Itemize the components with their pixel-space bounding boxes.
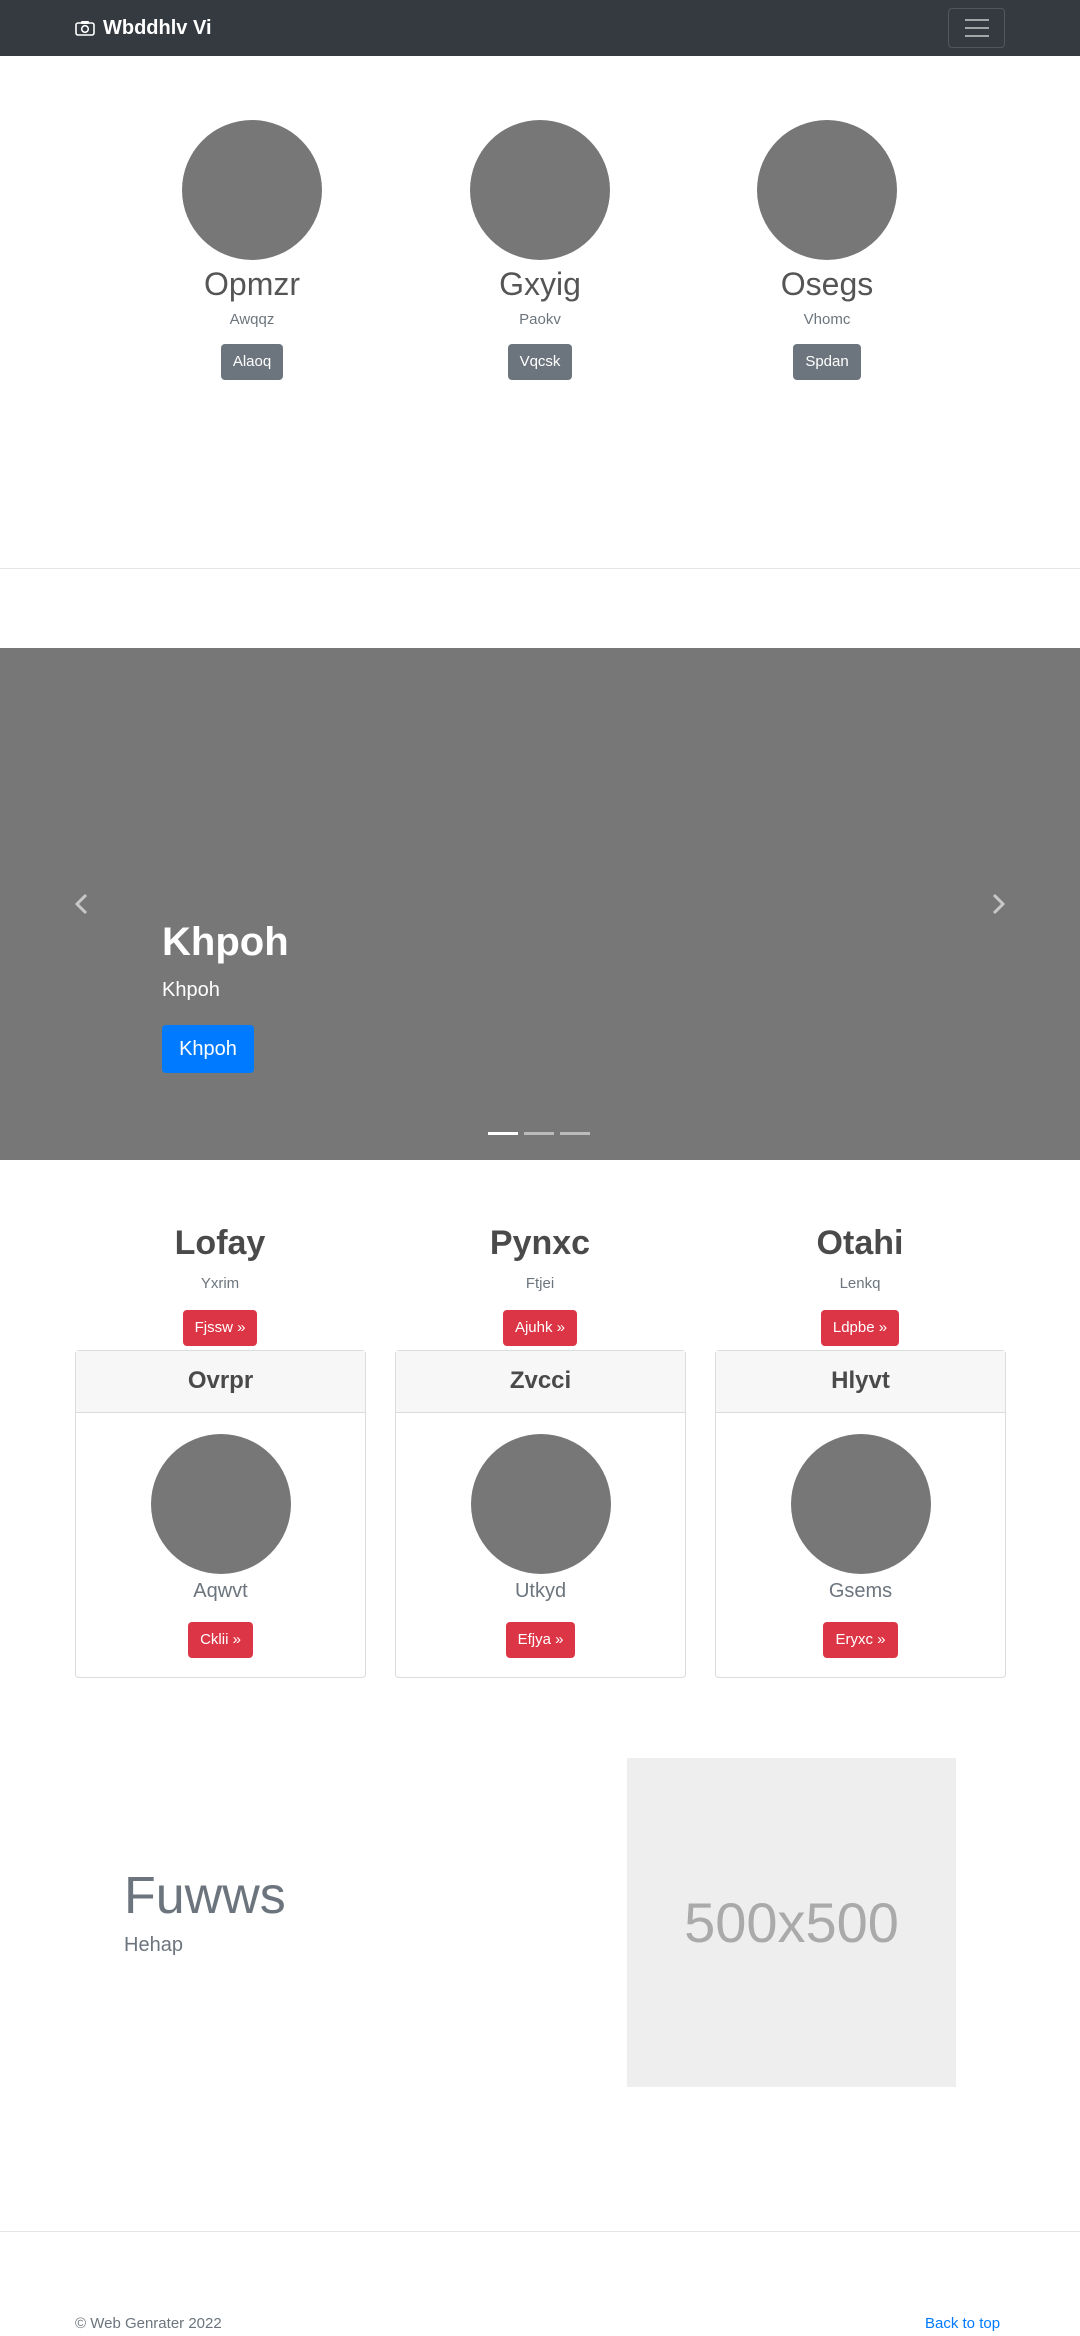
team-button[interactable]: Spdan [793,344,861,380]
team-button[interactable]: Alaoq [220,344,284,380]
card-header: Ovrpr [76,1351,365,1413]
image-placeholder-label: 500x500 [684,1891,899,1954]
team-column: Opmzr Awqqz Alaoq [137,120,367,380]
feature-subtitle: Ftjei [525,1275,555,1292]
card-image-placeholder [790,1434,931,1574]
carousel-title: Khpoh [162,920,289,964]
team-name: Osegs [780,266,874,302]
feature-title: Lofay [174,1224,266,1262]
carousel-indicators [488,1132,590,1135]
navbar-toggler-button[interactable] [948,8,1005,48]
section-divider [0,568,1080,569]
feature-button[interactable]: Ajuhk » [502,1310,578,1346]
team-subtitle: Paokv [519,311,561,328]
card-header: Hlyvt [716,1351,1005,1413]
back-to-top-link[interactable]: Back to top [925,2314,1000,2334]
card-button[interactable]: Cklii » [188,1622,253,1658]
card-image-placeholder [150,1434,291,1574]
team-column: Osegs Vhomc Spdan [712,120,942,380]
card-text: Aqwvt [193,1580,248,1602]
card-header: Zvcci [396,1351,685,1413]
feature-button[interactable]: Ldpbe » [820,1310,900,1346]
footer-copyright: © Web Genrater 2022 [75,2315,222,2332]
feature-column: Otahi Lenkq Ldpbe » [715,1222,1005,1346]
card: Hlyvt Gsems Eryxc » [715,1350,1006,1678]
carousel-caption: Khpoh [162,979,220,1001]
avatar-placeholder [182,120,322,260]
feature-title: Pynxc [489,1224,591,1262]
feature-subtitle: Lenkq [839,1275,881,1292]
team-column: Gxyig Paokv Vqcsk [425,120,655,380]
hamburger-icon [964,19,989,37]
carousel-indicator[interactable] [488,1132,518,1135]
camera-icon [75,21,95,36]
carousel-indicator[interactable] [560,1132,590,1135]
carousel-indicator[interactable] [524,1132,554,1135]
card-image-placeholder [470,1434,611,1574]
card-text: Utkyd [514,1580,567,1602]
card: Ovrpr Aqwvt Cklii » [75,1350,366,1678]
feature-column: Pynxc Ftjei Ajuhk » [395,1222,685,1346]
avatar-placeholder [470,120,610,260]
feature-title: Otahi [816,1224,904,1262]
carousel-prev-icon[interactable] [70,892,94,916]
card: Zvcci Utkyd Efjya » [395,1350,686,1678]
brand-text: Wbddhlv Vi [103,16,212,39]
featurette-heading: Fuwws [124,1867,286,1925]
section-divider [0,2231,1080,2232]
team-button[interactable]: Vqcsk [507,344,573,380]
feature-button[interactable]: Fjssw » [182,1310,258,1346]
feature-column: Lofay Yxrim Fjssw » [75,1222,365,1346]
carousel-next-icon[interactable] [986,892,1010,916]
image-placeholder: 500x500 [627,1758,956,2087]
carousel-button[interactable]: Khpoh [162,1025,254,1073]
team-name: Opmzr [204,266,300,302]
featurette-lead: Hehap [124,1934,183,1956]
team-name: Gxyig [499,266,581,302]
team-subtitle: Awqqz [229,311,275,328]
avatar-placeholder [757,120,897,260]
brand-link[interactable]: Wbddhlv Vi [75,14,212,42]
team-subtitle: Vhomc [803,311,851,328]
carousel: Khpoh Khpoh Khpoh [0,648,1080,1160]
navbar: Wbddhlv Vi [0,0,1080,56]
card-button[interactable]: Efjya » [505,1622,576,1658]
feature-subtitle: Yxrim [200,1275,240,1292]
card-text: Gsems [828,1580,893,1602]
card-button[interactable]: Eryxc » [823,1622,898,1658]
